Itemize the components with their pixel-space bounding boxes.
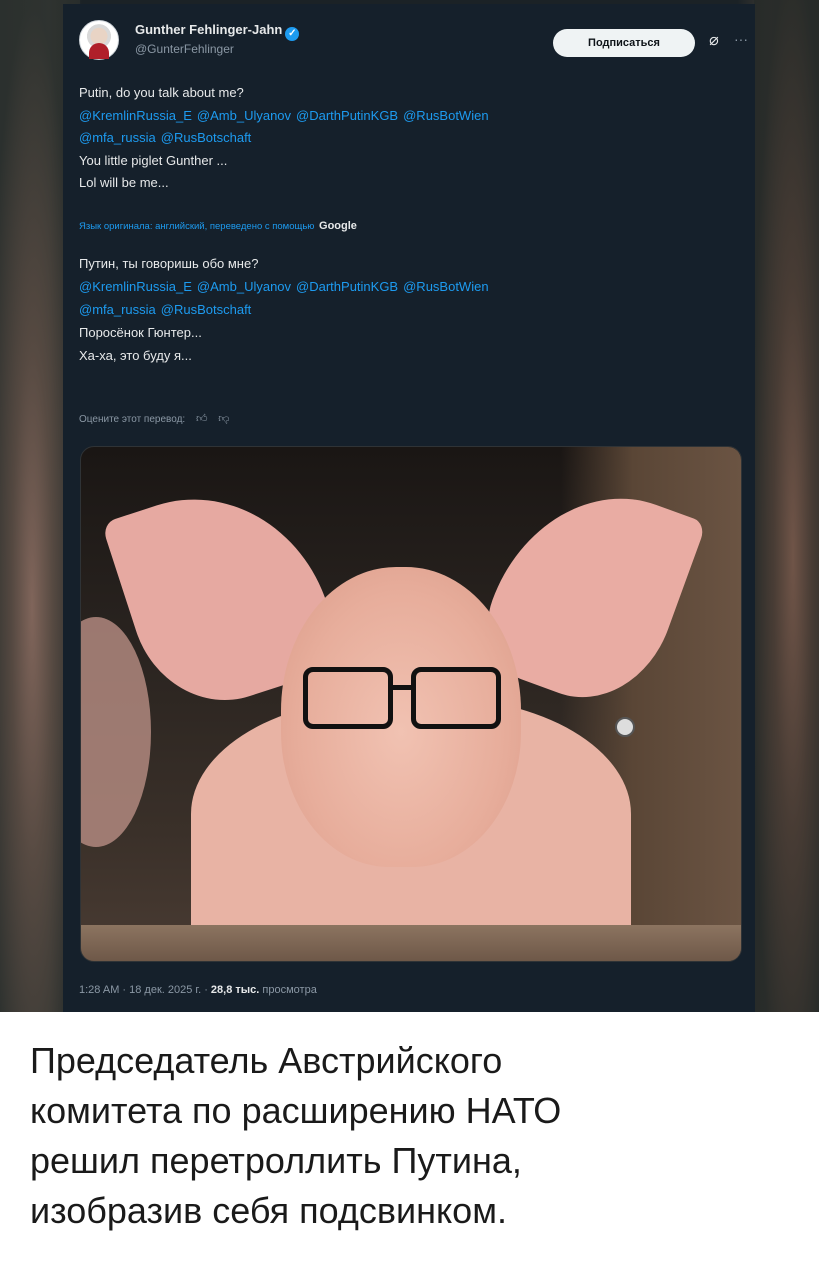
mentions-row: @KremlinRussia_E @Amb_Ulyanov @DarthPutinK… bbox=[79, 275, 739, 298]
thumbs-down-icon[interactable]: 👎︎ bbox=[218, 412, 229, 425]
tweet-photo[interactable] bbox=[80, 446, 742, 962]
tweet-line: You little piglet Gunther ... bbox=[79, 152, 228, 168]
tweet-card: Gunther Fehlinger-Jahn ✓ @GunterFehlinger… bbox=[63, 4, 755, 1012]
grok-icon[interactable]: ⌀ bbox=[703, 30, 725, 52]
author-name[interactable]: Gunther Fehlinger-Jahn bbox=[135, 22, 282, 37]
caption-line: комитета по расширению НАТО bbox=[30, 1090, 562, 1131]
glasses-left-lens bbox=[303, 667, 393, 729]
subscribe-button[interactable]: Подписаться bbox=[553, 29, 695, 57]
caption-line: решил перетроллить Путина, bbox=[30, 1140, 522, 1181]
avatar[interactable] bbox=[79, 20, 119, 60]
tweet-header: Gunther Fehlinger-Jahn ✓ @GunterFehlinger… bbox=[79, 14, 748, 60]
tweet-meta: 1:28 AM · 18 дек. 2025 г. · 28,8 тыс. пр… bbox=[79, 984, 317, 996]
tweet-text-original: Putin, do you talk about me? @KremlinRus… bbox=[79, 82, 739, 195]
mention-link[interactable]: @RusBotWien bbox=[403, 108, 488, 123]
tweet-text-translated: Путин, ты говоришь обо мне? @KremlinRuss… bbox=[79, 252, 739, 367]
fence-rail bbox=[81, 925, 741, 961]
views-count: 28,8 тыс. bbox=[210, 984, 260, 996]
mentions-row: @mfa_russia @RusBotschaft bbox=[79, 298, 739, 321]
tweet-line: Putin, do you talk about me? bbox=[79, 85, 244, 100]
thumbs-up-icon[interactable]: 👍︎ bbox=[196, 412, 208, 425]
background-pig bbox=[81, 617, 151, 847]
views-label: просмотра bbox=[262, 984, 317, 996]
more-icon[interactable]: ··· bbox=[731, 30, 751, 52]
glasses-right-lens bbox=[411, 667, 501, 729]
translation-note[interactable]: Язык оригинала: английский, переведено с… bbox=[79, 220, 357, 232]
mention-link[interactable]: @mfa_russia bbox=[79, 130, 156, 145]
sticker-icon bbox=[615, 717, 635, 737]
mention-link[interactable]: @DarthPutinKGB bbox=[296, 279, 398, 294]
mention-link[interactable]: @RusBotschaft bbox=[161, 302, 252, 317]
blurred-backdrop-right bbox=[754, 0, 819, 1012]
mention-link[interactable]: @mfa_russia bbox=[79, 302, 156, 317]
rate-translation: Оцените этот перевод: 👍︎ 👎︎ bbox=[79, 412, 229, 425]
tweet-screenshot: Gunther Fehlinger-Jahn ✓ @GunterFehlinger… bbox=[0, 0, 819, 1012]
mention-link[interactable]: @KremlinRussia_E bbox=[79, 279, 192, 294]
rate-label: Оцените этот перевод: bbox=[79, 414, 186, 425]
mentions-row: @mfa_russia @RusBotschaft bbox=[79, 127, 739, 150]
translation-note-text: Язык оригинала: английский, переведено с… bbox=[79, 221, 315, 232]
translated-line: Ха-ха, это буду я... bbox=[79, 348, 192, 363]
post-caption: Председатель Австрийского комитета по ра… bbox=[30, 1036, 800, 1236]
mention-link[interactable]: @DarthPutinKGB bbox=[296, 108, 398, 123]
mentions-row: @KremlinRussia_E @Amb_Ulyanov @DarthPutinK… bbox=[79, 105, 739, 128]
mention-link[interactable]: @RusBotschaft bbox=[161, 130, 252, 145]
tweet-line: Lol will be me... bbox=[79, 175, 169, 190]
timestamp[interactable]: 1:28 AM · 18 дек. 2025 г. · bbox=[79, 984, 208, 996]
mention-link[interactable]: @KremlinRussia_E bbox=[79, 108, 192, 123]
caption-line: Председатель Австрийского bbox=[30, 1040, 503, 1081]
author-handle[interactable]: @GunterFehlinger bbox=[135, 42, 234, 56]
mention-link[interactable]: @RusBotWien bbox=[403, 279, 488, 294]
mention-link[interactable]: @Amb_Ulyanov bbox=[197, 108, 291, 123]
translated-line: Поросёнок Гюнтер... bbox=[79, 325, 202, 340]
verified-badge-icon: ✓ bbox=[285, 27, 300, 41]
mention-link[interactable]: @Amb_Ulyanov bbox=[197, 279, 291, 294]
google-brand: Google bbox=[319, 220, 357, 232]
author-name-row[interactable]: Gunther Fehlinger-Jahn ✓ bbox=[135, 22, 300, 41]
translated-line: Путин, ты говоришь обо мне? bbox=[79, 256, 259, 271]
caption-line: изобразив себя подсвинком. bbox=[30, 1190, 507, 1231]
